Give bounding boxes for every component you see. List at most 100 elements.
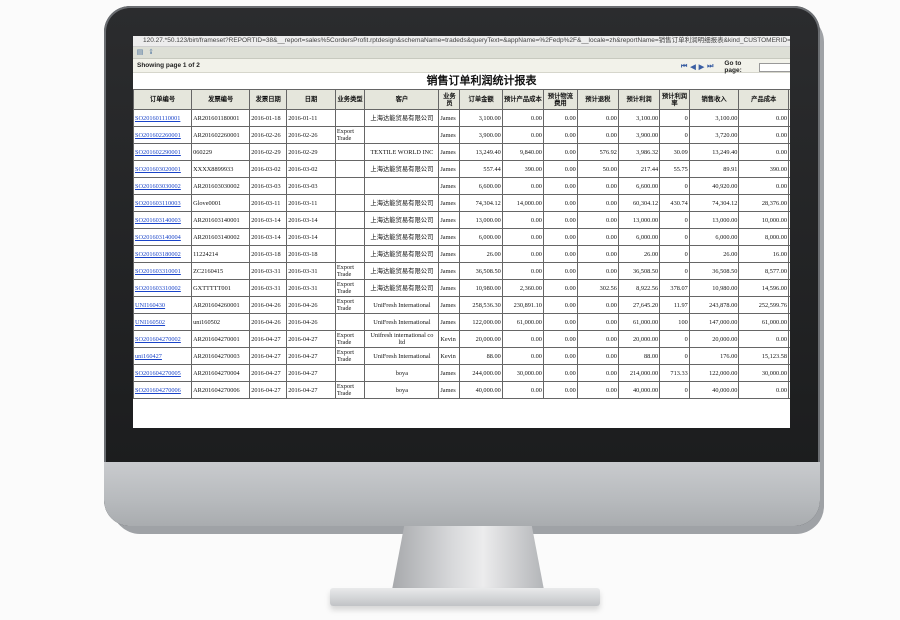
export-icon[interactable]: ⇪ (147, 49, 155, 56)
order-link[interactable]: SO201604270002 (135, 336, 181, 343)
table-cell: 0.00 (576, 177, 619, 195)
table-cell: James (438, 211, 461, 229)
table-cell (334, 109, 366, 127)
table-cell: 10,000.00 (738, 211, 790, 229)
order-link[interactable]: SO201603180002 (135, 251, 181, 258)
table-cell: 上海达能贸易有限公司 (364, 211, 440, 229)
table-cell[interactable]: SO201603140004 (133, 228, 193, 246)
table-cell[interactable]: SO201603310002 (133, 279, 193, 297)
table-cell: Export Trade (334, 279, 366, 297)
order-link[interactable]: SO201604270005 (135, 370, 181, 377)
table-cell: 36,508.50 (688, 262, 740, 280)
page-status: Showing page 1 of 2 (137, 62, 200, 69)
table-row: SO201603180002 11224214 2016-03-18 2016-03-… (133, 245, 790, 263)
next-page-icon[interactable]: ▶ (699, 63, 704, 71)
table-cell: 0.00 (501, 262, 544, 280)
table-cell: 89.91 (688, 160, 740, 178)
table-cell: AR201604260001 (191, 296, 251, 314)
table-cell[interactable]: SO201602260001 (133, 126, 193, 144)
table-cell[interactable]: SO201601110001 (133, 109, 193, 127)
table-cell: 3,900.00 (459, 126, 503, 144)
table-cell: 713.33 (659, 364, 690, 382)
table-cell: 50.00 (576, 160, 619, 178)
table-row: SO201603310001 ZC2160415 2016-03-31 2016-03… (133, 262, 790, 280)
table-row: UNI160502 uni160502 2016-04-26 2016-04-26 Un… (133, 313, 790, 331)
order-link[interactable]: SO201603110003 (135, 200, 181, 207)
order-link[interactable]: SO201603310001 (135, 268, 181, 275)
table-cell: 8,577.00 (738, 262, 790, 280)
column-header: 客户 (364, 89, 440, 110)
table-cell[interactable]: SO201603030002 (133, 177, 193, 195)
order-link[interactable]: SO201603140003 (135, 217, 181, 224)
table-cell: James (438, 177, 461, 195)
table-cell[interactable]: SO201603140003 (133, 211, 193, 229)
table-cell[interactable]: uni160427 (133, 347, 193, 365)
table-cell: 26.00 (459, 245, 503, 263)
order-link[interactable]: SO201602260001 (135, 132, 181, 139)
table-cell: 88.00 (459, 347, 503, 365)
table-cell[interactable]: SO201604270002 (133, 330, 193, 348)
table-cell[interactable]: SO201603180002 (133, 245, 193, 263)
order-link[interactable]: SO201603140004 (135, 234, 181, 241)
goto-page-input[interactable] (758, 62, 790, 72)
order-link[interactable]: SO201601110001 (135, 115, 180, 122)
table-cell: 0 (659, 211, 690, 229)
table-cell[interactable]: SO201603020001 (133, 160, 193, 178)
url-bar[interactable]: 120.27.*50.123/birt/frameset?REPORTID=38… (133, 36, 790, 47)
table-cell (788, 126, 790, 144)
table-cell: 6,000.00 (459, 228, 503, 246)
table-cell: 0.00 (738, 126, 790, 144)
table-cell: 0 (659, 330, 690, 348)
table-cell: Export Trade (334, 262, 366, 280)
table-cell: 26.00 (688, 245, 740, 263)
order-link[interactable]: SO201604270006 (135, 387, 181, 394)
table-cell[interactable]: SO201604270006 (133, 381, 193, 399)
table-cell: 0.00 (576, 211, 619, 229)
toc-icon[interactable]: ▤ (136, 49, 144, 56)
table-cell[interactable]: SO201603110003 (133, 194, 193, 212)
table-cell: 2016-03-03 (286, 177, 336, 195)
table-cell: 2016-04-27 (286, 347, 336, 365)
table-cell: 74,304.12 (459, 194, 503, 212)
table-cell: 上海达能贸易有限公司 (364, 262, 440, 280)
order-link[interactable]: UNI160430 (135, 302, 165, 309)
table-cell: 252,599.76 (738, 296, 790, 314)
prev-page-icon[interactable]: ◀ (690, 63, 695, 71)
table-cell: 10,980.00 (459, 279, 503, 297)
table-cell: 2016-03-14 (286, 228, 336, 246)
order-link[interactable]: SO201603310002 (135, 285, 181, 292)
table-cell[interactable]: SO201602290001 (133, 143, 193, 161)
table-cell: 0.00 (576, 313, 619, 331)
last-page-icon[interactable]: ⏭ (707, 63, 713, 71)
table-cell: 2016-03-14 (286, 211, 336, 229)
table-cell: XXXX8899933 (191, 160, 251, 178)
table-cell[interactable]: SO201603310001 (133, 262, 193, 280)
table-cell: Export Trade (334, 347, 366, 365)
table-cell: 0.00 (542, 194, 578, 212)
table-cell: 2016-02-29 (249, 143, 288, 161)
table-cell (788, 381, 790, 399)
table-cell[interactable]: SO201604270005 (133, 364, 193, 382)
column-header: 日期 (286, 89, 336, 110)
table-cell: 0.00 (576, 347, 619, 365)
column-header: 产品成本 (738, 89, 790, 110)
table-cell[interactable]: UNI160502 (133, 313, 193, 331)
order-link[interactable]: SO201603030002 (135, 183, 181, 190)
table-cell (334, 211, 366, 229)
first-page-icon[interactable]: ⏮ (681, 63, 687, 71)
table-cell: 2016-04-27 (286, 330, 336, 348)
order-link[interactable]: SO201602290001 (135, 149, 181, 156)
table-cell (334, 364, 366, 382)
table-cell (334, 245, 366, 263)
table-cell: 12 (788, 160, 790, 178)
table-cell: 40,000.00 (617, 381, 661, 399)
table-cell[interactable]: UNI160430 (133, 296, 193, 314)
table-cell (334, 160, 366, 178)
table-row: SO201603310002 GXTTTTT001 2016-03-31 2016-0… (133, 279, 790, 297)
order-link[interactable]: UNI160502 (135, 319, 165, 326)
table-cell: 122,000.00 (459, 313, 503, 331)
order-link[interactable]: uni160427 (135, 353, 162, 360)
table-cell: 0 (659, 228, 690, 246)
order-link[interactable]: SO201603020001 (135, 166, 181, 173)
table-cell: 230,891.10 (501, 296, 544, 314)
